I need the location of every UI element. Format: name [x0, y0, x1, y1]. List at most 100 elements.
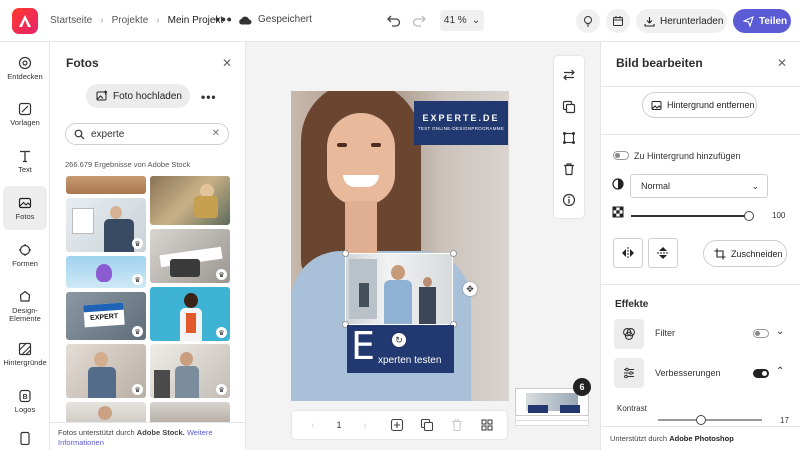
- more-options-icon[interactable]: •••: [201, 90, 217, 104]
- flip-vertical-button[interactable]: [648, 238, 678, 268]
- divider: [600, 284, 800, 285]
- breadcrumb-home[interactable]: Startseite: [50, 15, 92, 26]
- lightbulb-button[interactable]: [576, 9, 600, 33]
- search-input[interactable]: experte ✕: [65, 123, 229, 145]
- photo-thumbnail[interactable]: [150, 176, 230, 225]
- resize-handle[interactable]: [450, 250, 457, 257]
- photo-thumbnail[interactable]: EXPERT ♛: [66, 292, 146, 340]
- prev-page-icon[interactable]: ‹: [306, 418, 320, 432]
- share-button[interactable]: Teilen: [733, 9, 791, 33]
- selection-frame: [345, 253, 453, 325]
- duplicate-icon[interactable]: [562, 100, 576, 114]
- photo-thumbnail[interactable]: ♛: [150, 229, 230, 283]
- rail-item-logos[interactable]: B Logos: [3, 379, 47, 423]
- redo-icon[interactable]: [411, 12, 427, 28]
- swap-icon[interactable]: [562, 68, 576, 82]
- add-to-background-toggle[interactable]: [613, 151, 629, 160]
- trash-icon[interactable]: [562, 162, 576, 176]
- blend-mode-value: Normal: [641, 181, 671, 191]
- more-options-icon[interactable]: •••: [215, 11, 233, 27]
- premium-crown-icon: ♛: [216, 384, 227, 395]
- close-icon[interactable]: ✕: [777, 56, 787, 70]
- calendar-icon: [613, 16, 623, 26]
- adjustments-icon: [624, 367, 634, 379]
- page-bar: ‹ 1 ›: [292, 411, 507, 439]
- brand-subtitle: TEST ONLINE-DESIGNPROGRAMME: [417, 126, 505, 131]
- panel-title: Fotos: [66, 56, 99, 70]
- search-icon: [74, 129, 85, 139]
- blend-mode-select[interactable]: Normal ⌄: [630, 174, 768, 198]
- backgrounds-icon: [18, 342, 32, 355]
- delete-page-icon[interactable]: [450, 418, 464, 432]
- rail-item-photos[interactable]: Fotos: [3, 186, 47, 230]
- undo-icon[interactable]: [386, 12, 402, 28]
- slider-knob[interactable]: [696, 415, 706, 425]
- flip-horizontal-button[interactable]: [613, 238, 643, 268]
- photo-thumbnail[interactable]: ♛: [66, 198, 146, 252]
- zoom-select[interactable]: 41 % ⌄: [440, 10, 484, 31]
- brand-title: EXPERTE.DE: [422, 113, 500, 123]
- crop-button[interactable]: Zuschneiden: [703, 240, 787, 267]
- schedule-button[interactable]: [606, 9, 630, 33]
- photo-thumbnail[interactable]: ♛: [66, 344, 146, 398]
- rail-item-more[interactable]: [3, 426, 47, 450]
- enhance-label: Verbesserungen: [655, 368, 721, 378]
- filter-icon: [623, 328, 635, 340]
- shapes-icon: [19, 243, 31, 256]
- rotate-icon[interactable]: ↻: [392, 333, 406, 347]
- page-number: 1: [336, 420, 342, 430]
- grid-view-icon[interactable]: [480, 418, 494, 432]
- logos-icon: B: [19, 389, 31, 402]
- results-count: 266.679 Ergebnisse von Adobe Stock: [65, 160, 191, 169]
- enhance-toggle[interactable]: [753, 369, 769, 378]
- photo-thumbnail[interactable]: ♛: [66, 256, 146, 288]
- search-value: experte: [91, 128, 125, 140]
- slider-knob[interactable]: [744, 211, 754, 221]
- brand-box[interactable]: EXPERTE.DE TEST ONLINE-DESIGNPROGRAMME: [414, 101, 508, 145]
- rail-item-text[interactable]: Text: [3, 139, 47, 183]
- download-button[interactable]: Herunterladen: [636, 9, 727, 33]
- rail-item-discover[interactable]: Entdecken: [3, 46, 47, 90]
- crop-icon: [714, 248, 726, 259]
- saved-label: Gespeichert: [258, 14, 312, 25]
- opacity-slider[interactable]: [631, 211, 754, 221]
- lightbulb-icon: [584, 16, 592, 27]
- breadcrumb-projects[interactable]: Projekte: [112, 15, 149, 26]
- rail-label: Formen: [12, 258, 38, 268]
- move-icon[interactable]: ✥: [463, 282, 477, 296]
- photo-thumbnail[interactable]: [150, 402, 230, 424]
- adobe-express-logo[interactable]: [12, 8, 38, 34]
- photo-thumbnail[interactable]: ♛: [150, 344, 230, 398]
- add-page-icon[interactable]: [390, 418, 404, 432]
- chevron-down-icon[interactable]: ⌄: [776, 326, 784, 337]
- photo-thumbnail[interactable]: [66, 402, 146, 424]
- download-icon: [644, 16, 655, 27]
- duplicate-page-icon[interactable]: [420, 418, 434, 432]
- next-page-icon[interactable]: ›: [358, 418, 372, 432]
- group-icon[interactable]: [562, 131, 576, 145]
- photo-thumbnail[interactable]: [66, 176, 146, 194]
- rail-item-design-elements[interactable]: Design-Elemente: [3, 282, 47, 330]
- resize-handle[interactable]: [342, 250, 349, 257]
- filter-toggle[interactable]: [753, 329, 769, 338]
- slider-track: [658, 419, 762, 421]
- photos-icon: [18, 197, 32, 208]
- rail-item-templates[interactable]: Vorlagen: [3, 92, 47, 136]
- rail-item-backgrounds[interactable]: Hintergründe: [3, 332, 47, 376]
- contrast-slider[interactable]: [658, 415, 762, 425]
- effects-title: Effekte: [615, 299, 649, 310]
- divider: [600, 134, 800, 135]
- clear-search-icon[interactable]: ✕: [212, 128, 220, 139]
- rail-label: Text: [18, 164, 32, 174]
- footer-brand: Adobe Photoshop: [669, 434, 734, 443]
- upload-photo-button[interactable]: Foto hochladen: [86, 84, 190, 108]
- photo-thumbnail[interactable]: ♛: [150, 287, 230, 341]
- info-icon[interactable]: [562, 193, 576, 207]
- design-elements-icon: [19, 290, 31, 302]
- chevron-up-icon[interactable]: ⌃: [776, 366, 784, 377]
- chevron-down-icon: ⌄: [751, 181, 759, 191]
- remove-background-button[interactable]: Hintergrund entfernen: [642, 92, 757, 118]
- close-icon[interactable]: ✕: [222, 56, 232, 70]
- premium-crown-icon: ♛: [216, 327, 227, 338]
- rail-item-shapes[interactable]: Formen: [3, 233, 47, 277]
